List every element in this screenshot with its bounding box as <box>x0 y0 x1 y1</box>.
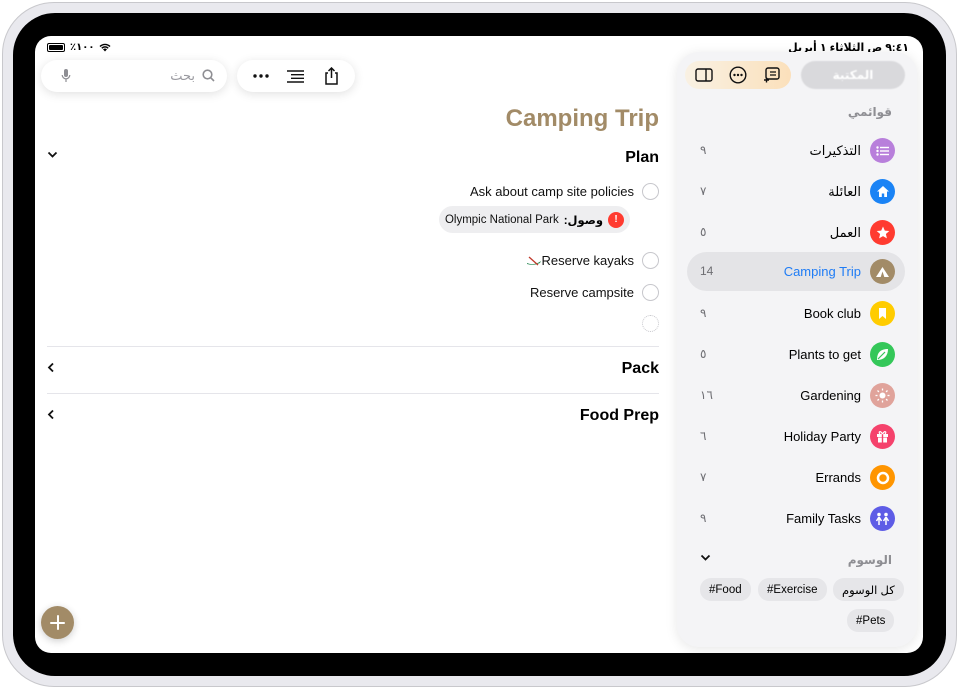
list-toolbar <box>237 60 355 92</box>
microphone-icon[interactable] <box>61 68 71 84</box>
wifi-icon <box>99 43 111 52</box>
search-icon <box>202 69 215 82</box>
tag-pets[interactable]: #Pets <box>847 609 895 632</box>
reminder-text: Reserve kayaks <box>541 252 634 268</box>
gift-icon <box>870 424 895 449</box>
reminders-app-screen: ٪١٠٠ ٩:٤١ ص الثلاثاء ١ أبريل بحث Camping… <box>35 36 923 653</box>
location-label: وصول: <box>563 214 603 227</box>
section-title: Pack <box>621 360 659 377</box>
list-count: ٩ <box>700 306 707 320</box>
battery-icon <box>47 43 65 52</box>
list-name: التذكيرات <box>809 143 861 158</box>
list-icon <box>870 138 895 163</box>
sidebar: المكتبة قوائمي التذكيرات ٩ العائلة ٧ الع… <box>677 52 917 647</box>
reminder-text[interactable]: Reserve campsite <box>530 285 634 300</box>
reminder-item[interactable]: Ask about camp site policies <box>470 182 659 200</box>
reminder-item[interactable]: Reserve campsite <box>530 283 659 301</box>
list-count: 14 <box>700 264 714 278</box>
circle-icon <box>870 465 895 490</box>
list-count: ٥ <box>700 347 707 361</box>
sidebar-list-family[interactable]: العائلة ٧ <box>687 172 905 211</box>
list-name: Holiday Party <box>783 429 861 444</box>
section-pack[interactable]: Pack <box>47 360 659 382</box>
tags-heading: الوسوم <box>847 553 892 567</box>
sun-icon <box>870 383 895 408</box>
tag-food[interactable]: #Food <box>700 578 751 601</box>
library-button[interactable]: المكتبة <box>801 61 905 89</box>
completion-checkbox[interactable] <box>642 182 659 200</box>
kayak-icon <box>526 256 541 266</box>
section-food-prep[interactable]: Food Prep <box>47 407 659 429</box>
ellipsis-icon[interactable] <box>248 63 274 89</box>
location-value: Olympic National Park <box>444 213 559 226</box>
sidebar-list-errands[interactable]: Errands ٧ <box>687 458 905 497</box>
bookmark-icon <box>870 301 895 326</box>
tag-all[interactable]: كل الوسوم <box>833 578 904 601</box>
sidebar-list-holiday-party[interactable]: Holiday Party ٦ <box>687 417 905 456</box>
list-name: Gardening <box>800 388 861 403</box>
search-field[interactable]: بحث <box>41 60 227 92</box>
reminder-text-row[interactable]: Reserve kayaks <box>522 253 634 268</box>
list-name: العمل <box>829 225 861 240</box>
new-reminder-placeholder[interactable] <box>642 314 659 332</box>
leaf-icon <box>870 342 895 367</box>
list-count: ٦ <box>700 429 707 443</box>
section-title: Food Prep <box>579 407 659 424</box>
section-divider <box>47 346 659 347</box>
urgent-icon: ! <box>608 211 624 228</box>
sidebar-list-reminders[interactable]: التذكيرات ٩ <box>687 131 905 170</box>
section-divider <box>47 393 659 394</box>
completion-checkbox[interactable] <box>642 251 659 269</box>
sidebar-list-plants-to-get[interactable]: Plants to get ٥ <box>687 335 905 374</box>
sidebar-list-book-club[interactable]: Book club ٩ <box>687 294 905 333</box>
list-name: Family Tasks <box>786 511 861 526</box>
house-icon <box>870 179 895 204</box>
more-options-icon[interactable] <box>726 63 750 87</box>
reminder-text[interactable]: Ask about camp site policies <box>470 184 634 199</box>
people-icon <box>870 506 895 531</box>
list-count: ٧ <box>700 184 707 198</box>
list-indent-icon[interactable] <box>283 63 309 89</box>
section-plan[interactable]: Plan <box>47 149 659 171</box>
chevron-left-icon[interactable] <box>47 362 55 373</box>
list-name: العائلة <box>828 184 861 199</box>
list-name: Camping Trip <box>783 264 861 279</box>
chevron-left-icon[interactable] <box>47 409 55 420</box>
star-icon <box>870 220 895 245</box>
sidebar-list-work[interactable]: العمل ٥ <box>687 213 905 252</box>
list-count: ٩ <box>700 143 707 157</box>
sidebar-list-camping-trip[interactable]: Camping Trip 14 <box>687 252 905 291</box>
section-title: Plan <box>625 149 659 166</box>
completion-checkbox[interactable] <box>642 283 659 301</box>
sidebar-toolbar <box>685 61 791 89</box>
sidebar-list-family-tasks[interactable]: Family Tasks ٩ <box>687 499 905 538</box>
chevron-down-icon[interactable] <box>700 554 711 562</box>
status-indicators: ٪١٠٠ <box>47 42 111 53</box>
share-icon[interactable] <box>318 63 344 89</box>
list-name: Plants to get <box>788 347 861 362</box>
list-count: ٧ <box>700 470 707 484</box>
list-count: ١٦ <box>700 388 713 402</box>
search-placeholder: بحث <box>170 68 195 83</box>
list-count: ٩ <box>700 511 707 525</box>
sidebar-list-gardening[interactable]: Gardening ١٦ <box>687 376 905 415</box>
tag-exercise[interactable]: #Exercise <box>758 578 827 601</box>
sidebar-toggle-icon[interactable] <box>692 63 716 87</box>
list-name: Errands <box>815 470 861 485</box>
chevron-down-icon[interactable] <box>47 151 58 159</box>
location-chip[interactable]: ! وصول: Olympic National Park <box>438 206 630 233</box>
new-reminder-button[interactable] <box>41 606 74 639</box>
reminder-item[interactable]: Reserve kayaks <box>522 251 659 269</box>
battery-level: ٪١٠٠ <box>70 42 95 53</box>
tent-icon <box>870 259 895 284</box>
add-list-icon[interactable] <box>760 63 784 87</box>
list-title: Camping Trip <box>505 105 659 132</box>
list-count: ٥ <box>700 225 707 239</box>
list-name: Book club <box>803 306 861 321</box>
empty-checkbox[interactable] <box>642 314 659 332</box>
my-lists-heading: قوائمي <box>847 105 892 119</box>
